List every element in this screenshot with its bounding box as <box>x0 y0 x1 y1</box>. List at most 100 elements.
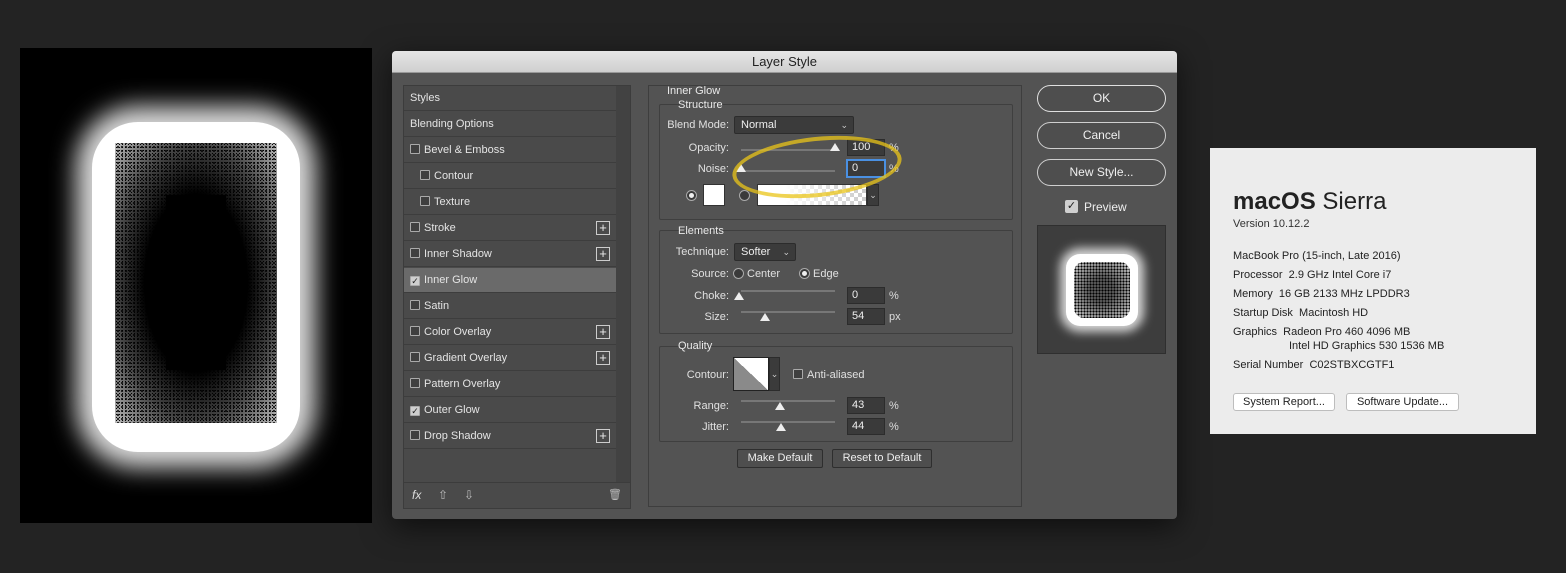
blend-mode-select[interactable]: Normal ⌄ <box>734 116 854 134</box>
preview-label: Preview <box>1084 200 1127 214</box>
choke-field[interactable]: 0 <box>847 287 885 304</box>
style-checkbox[interactable]: ✓ <box>410 276 420 286</box>
choke-unit: % <box>889 290 899 302</box>
style-checkbox[interactable] <box>410 326 420 336</box>
add-instance-icon[interactable]: + <box>596 221 610 235</box>
style-item-inner-shadow[interactable]: Inner Shadow + <box>404 242 616 267</box>
processor-row: Processor 2.9 GHz Intel Core i7 <box>1233 269 1392 281</box>
make-default-button[interactable]: Make Default <box>737 449 823 468</box>
styles-header[interactable]: Styles <box>404 86 616 111</box>
style-item-gradient-overlay[interactable]: Gradient Overlay + <box>404 346 616 371</box>
system-report-button[interactable]: System Report... <box>1233 393 1335 411</box>
blend-mode-label: Blend Mode: <box>667 119 729 131</box>
os-version: Version 10.12.2 <box>1233 218 1310 230</box>
style-item-label: Contour <box>434 170 474 182</box>
style-checkbox[interactable] <box>420 196 430 206</box>
new-style-button[interactable]: New Style... <box>1037 159 1166 186</box>
structure-title: Structure <box>678 99 723 111</box>
preview-checkbox[interactable]: ✓ <box>1065 200 1078 213</box>
style-item-blending-options[interactable]: Blending Options <box>404 112 616 137</box>
chevron-down-icon: ⌄ <box>782 247 790 257</box>
anti-aliased-checkbox[interactable] <box>793 369 803 379</box>
style-checkbox[interactable] <box>410 378 420 388</box>
choke-label: Choke: <box>694 290 729 302</box>
style-checkbox[interactable] <box>410 430 420 440</box>
jitter-slider[interactable] <box>741 421 835 423</box>
styles-scrollbar[interactable] <box>616 86 630 482</box>
jitter-thumb[interactable] <box>776 423 786 431</box>
size-field[interactable]: 54 <box>847 308 885 325</box>
choke-thumb[interactable] <box>734 292 744 300</box>
jitter-field[interactable]: 44 <box>847 418 885 435</box>
style-item-color-overlay[interactable]: Color Overlay + <box>404 320 616 345</box>
style-item-contour[interactable]: Contour <box>404 164 616 189</box>
source-center-label: Center <box>747 268 781 280</box>
style-checkbox[interactable]: ✓ <box>410 406 420 416</box>
source-label: Source: <box>691 268 729 280</box>
add-instance-icon[interactable]: + <box>596 429 610 443</box>
style-item-drop-shadow[interactable]: Drop Shadow + <box>404 424 616 449</box>
style-item-satin[interactable]: Satin <box>404 294 616 319</box>
gradient-radio[interactable] <box>739 190 750 201</box>
style-item-stroke[interactable]: Stroke + <box>404 216 616 241</box>
style-checkbox[interactable] <box>420 170 430 180</box>
style-checkbox[interactable] <box>410 300 420 310</box>
noise-label: Noise: <box>697 163 729 175</box>
style-item-label: Color Overlay <box>424 326 492 338</box>
glow-color-swatch[interactable] <box>703 184 725 206</box>
size-label: Size: <box>704 311 729 323</box>
add-instance-icon[interactable]: + <box>596 247 610 261</box>
range-field[interactable]: 43 <box>847 397 885 414</box>
style-item-bevel-emboss[interactable]: Bevel & Emboss <box>404 138 616 163</box>
ok-button[interactable]: OK <box>1037 85 1166 112</box>
style-item-label: Texture <box>434 196 471 208</box>
style-checkbox[interactable] <box>410 248 420 258</box>
fx-icon[interactable]: fx <box>412 488 421 502</box>
style-item-outer-glow[interactable]: ✓ Outer Glow <box>404 398 616 423</box>
graphics-row-2: Intel HD Graphics 530 1536 MB <box>1289 340 1445 352</box>
style-item-label: Stroke <box>424 222 456 234</box>
trash-icon[interactable]: 🗑 <box>608 488 622 501</box>
dialog-title: Layer Style <box>392 51 1177 73</box>
add-instance-icon[interactable]: + <box>596 351 610 365</box>
about-this-mac: macOS Sierra Version 10.12.2 MacBook Pro… <box>1210 148 1536 434</box>
source-edge-radio[interactable] <box>799 268 810 279</box>
quality-title: Quality <box>678 340 713 352</box>
panel-title: Inner Glow <box>667 85 721 97</box>
style-item-label: Gradient Overlay <box>424 352 508 364</box>
source-edge-label: Edge <box>813 268 839 280</box>
style-preview <box>1037 225 1166 354</box>
graphics-row: Graphics Radeon Pro 460 4096 MB <box>1233 326 1411 338</box>
style-item-label: Inner Glow <box>424 274 478 286</box>
gradient-dropdown-icon[interactable]: ⌄ <box>867 184 879 206</box>
style-checkbox[interactable] <box>410 222 420 232</box>
choke-slider[interactable] <box>741 290 835 292</box>
styles-list: Styles Blending Options Bevel & Emboss Con… <box>403 85 631 509</box>
size-thumb[interactable] <box>760 313 770 321</box>
move-up-icon[interactable]: ⇧ <box>438 488 448 502</box>
chevron-down-icon: ⌄ <box>840 120 848 130</box>
color-radio[interactable] <box>686 190 697 201</box>
contour-dropdown-icon[interactable]: ⌄ <box>769 357 780 391</box>
preview-shape <box>1066 254 1138 326</box>
style-item-texture[interactable]: Texture <box>404 190 616 215</box>
contour-picker[interactable] <box>733 357 769 391</box>
canvas-artwork <box>20 48 372 523</box>
reset-default-button[interactable]: Reset to Default <box>832 449 932 468</box>
add-instance-icon[interactable]: + <box>596 325 610 339</box>
style-item-pattern-overlay[interactable]: Pattern Overlay <box>404 372 616 397</box>
cancel-button[interactable]: Cancel <box>1037 122 1166 149</box>
opacity-label: Opacity: <box>688 142 729 154</box>
jitter-unit: % <box>889 421 899 433</box>
software-update-button[interactable]: Software Update... <box>1346 393 1459 411</box>
style-item-label: Inner Shadow <box>424 248 492 260</box>
range-slider[interactable] <box>741 400 835 402</box>
size-slider[interactable] <box>741 311 835 313</box>
move-down-icon[interactable]: ⇩ <box>464 488 474 502</box>
style-checkbox[interactable] <box>410 144 420 154</box>
source-center-radio[interactable] <box>733 268 744 279</box>
range-thumb[interactable] <box>775 402 785 410</box>
style-item-inner-glow[interactable]: ✓ Inner Glow <box>404 268 616 293</box>
style-checkbox[interactable] <box>410 352 420 362</box>
technique-select[interactable]: Softer ⌄ <box>734 243 796 261</box>
